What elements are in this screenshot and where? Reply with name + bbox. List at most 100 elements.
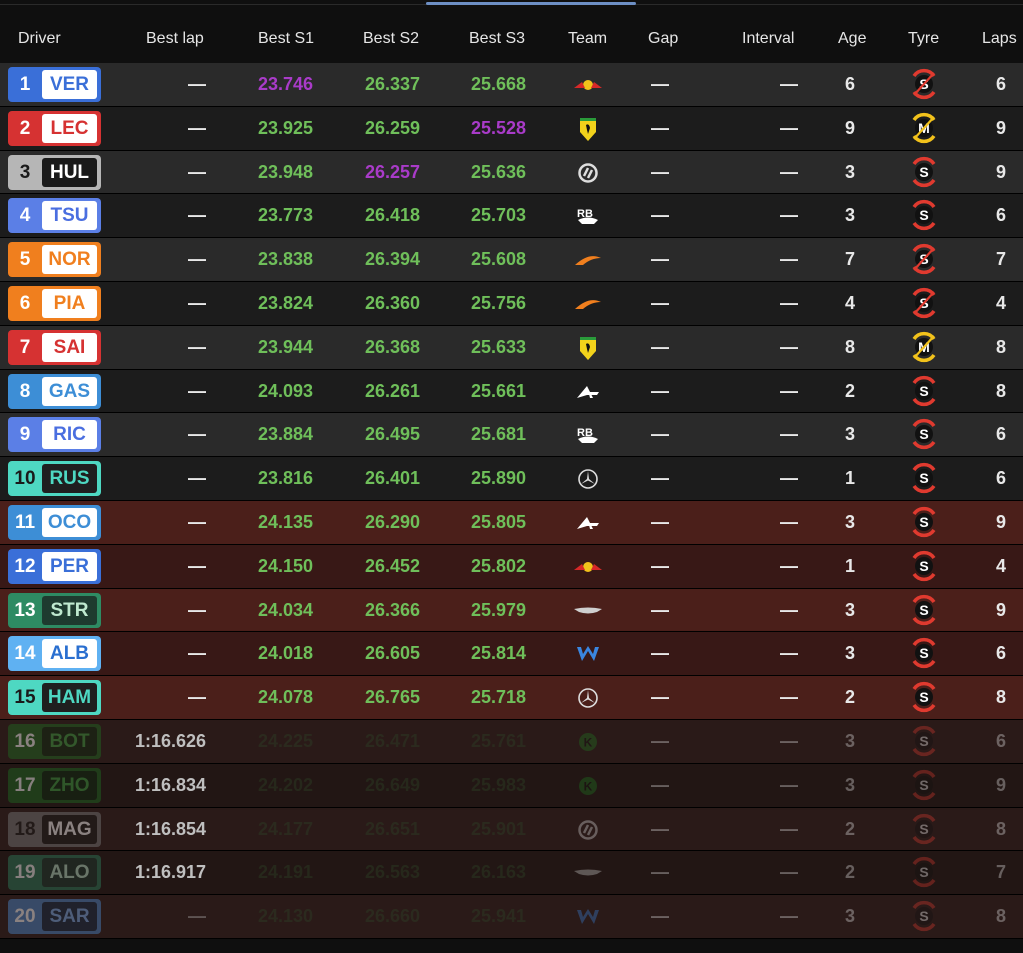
table-row[interactable]: 8 GAS — 24.093 26.261 25.661 — — 2 S 8	[0, 369, 1023, 414]
position-number: 3	[19, 161, 31, 183]
col-gap[interactable]: Gap	[648, 30, 678, 48]
col-interval[interactable]: Interval	[742, 30, 794, 48]
best-s2-time: 26.418	[364, 205, 420, 226]
soft-tyre-icon: S	[908, 900, 940, 932]
driver-badge[interactable]: 5 NOR	[8, 242, 101, 278]
laps-count: 6	[995, 643, 1006, 664]
interval-value: —	[780, 511, 798, 532]
col-best-s1[interactable]: Best S1	[258, 30, 314, 48]
best-s2-time: 26.471	[364, 730, 420, 751]
driver-badge[interactable]: 11 OCO	[8, 504, 101, 540]
best-s1-time: 24.093	[257, 380, 313, 401]
col-laps[interactable]: Laps	[982, 30, 1017, 48]
table-row[interactable]: 13 STR — 24.034 26.366 25.979 — — 3 S 9	[0, 588, 1023, 633]
tyre-age: 3	[844, 161, 855, 182]
driver-code: ALB	[42, 639, 97, 669]
gap-value: —	[651, 468, 669, 489]
driver-badge[interactable]: 17 ZHO	[8, 767, 101, 803]
best-lap-time: —	[188, 424, 206, 445]
table-row[interactable]: 11 OCO — 24.135 26.290 25.805 — — 3 S 9	[0, 500, 1023, 545]
laps-count: 9	[995, 117, 1006, 138]
col-best-lap[interactable]: Best lap	[146, 30, 204, 48]
best-s2-time: 26.765	[364, 687, 420, 708]
driver-badge[interactable]: 13 STR	[8, 592, 101, 628]
interval-value: —	[780, 730, 798, 751]
table-row[interactable]: 5 NOR — 23.838 26.394 25.608 — — 7 S 7	[0, 238, 1023, 282]
driver-badge[interactable]: 7 SAI	[8, 329, 101, 365]
table-row[interactable]: 10 RUS — 23.816 26.401 25.890 — — 1 S 6	[0, 457, 1023, 501]
table-row[interactable]: 7 SAI — 23.944 26.368 25.633 — — 8 M 8	[0, 325, 1023, 370]
position-number: 15	[14, 687, 36, 709]
tab-indicator	[426, 2, 636, 5]
driver-badge[interactable]: 10 RUS	[8, 461, 101, 497]
soft-tyre-icon: S	[908, 681, 940, 713]
position-number: 20	[14, 906, 36, 928]
table-row[interactable]: 16 BOT 1:16.626 24.225 26.471 25.761 K — — 3 S 6	[0, 719, 1023, 764]
driver-badge[interactable]: 19 ALO	[8, 855, 101, 891]
table-row[interactable]: 18 MAG 1:16.854 24.177 26.651 25.901 — — 2 S 8	[0, 807, 1023, 852]
soft-tyre-icon: S	[908, 813, 940, 845]
tyre-age: 9	[844, 117, 855, 138]
haas-logo-icon	[571, 818, 605, 842]
best-s2-time: 26.660	[364, 906, 420, 927]
table-row[interactable]: 12 PER — 24.150 26.452 25.802 — — 1 S 4	[0, 544, 1023, 589]
interval-value: —	[780, 862, 798, 883]
laps-count: 7	[995, 862, 1006, 883]
interval-value: —	[780, 555, 798, 576]
laps-count: 6	[995, 468, 1006, 489]
table-row[interactable]: 6 PIA — 23.824 26.360 25.756 — — 4 S 4	[0, 281, 1023, 326]
table-row[interactable]: 17 ZHO 1:16.834 24.202 26.649 25.983 K — — 3 S 9	[0, 763, 1023, 808]
driver-badge[interactable]: 2 LEC	[8, 110, 101, 146]
col-tyre[interactable]: Tyre	[908, 30, 939, 48]
driver-badge[interactable]: 18 MAG	[8, 811, 101, 847]
best-lap-time: —	[188, 336, 206, 357]
driver-badge[interactable]: 8 GAS	[8, 373, 101, 409]
best-s2-time: 26.337	[364, 74, 420, 94]
driver-badge[interactable]: 4 TSU	[8, 198, 101, 234]
driver-badge[interactable]: 9 RIC	[8, 417, 101, 453]
laps-count: 8	[995, 380, 1006, 401]
svg-text:S: S	[919, 383, 928, 399]
driver-badge[interactable]: 1 VER	[8, 67, 101, 102]
table-row[interactable]: 3 HUL — 23.948 26.257 25.636 — — 3 S 9	[0, 150, 1023, 195]
best-s1-time: 23.925	[257, 117, 313, 138]
table-row[interactable]: 4 TSU — 23.773 26.418 25.703 RB — — 3 S 6	[0, 194, 1023, 239]
aston-martin-logo-icon	[571, 861, 605, 885]
col-best-s3[interactable]: Best S3	[469, 30, 525, 48]
svg-text:S: S	[919, 821, 928, 837]
best-s3-time: 25.668	[470, 74, 526, 94]
driver-badge[interactable]: 14 ALB	[8, 636, 101, 672]
best-s1-time: 24.150	[257, 555, 313, 576]
table-row[interactable]: 19 ALO 1:16.917 24.191 26.563 26.163 — — 2 S 7	[0, 851, 1023, 896]
table-row[interactable]: 2 LEC — 23.925 26.259 25.528 — — 9 M 9	[0, 106, 1023, 151]
col-driver[interactable]: Driver	[18, 30, 61, 48]
gap-value: —	[651, 599, 669, 620]
driver-badge[interactable]: 15 HAM	[8, 680, 101, 716]
best-s3-time: 25.814	[470, 643, 526, 664]
table-row[interactable]: 15 HAM — 24.078 26.765 25.718 — — 2 S 8	[0, 676, 1023, 720]
svg-text:S: S	[919, 733, 928, 749]
table-row[interactable]: 9 RIC — 23.884 26.495 25.681 RB — — 3 S 6	[0, 413, 1023, 458]
gap-value: —	[651, 249, 669, 270]
best-lap-time: —	[188, 161, 206, 182]
col-best-s2[interactable]: Best S2	[363, 30, 419, 48]
driver-badge[interactable]: 12 PER	[8, 548, 101, 584]
col-age[interactable]: Age	[838, 30, 866, 48]
gap-value: —	[651, 117, 669, 138]
gap-value: —	[651, 424, 669, 445]
interval-value: —	[780, 424, 798, 445]
position-number: 5	[19, 249, 31, 271]
table-row[interactable]: 1 VER — 23.746 26.337 25.668 — — 6 S 6	[0, 63, 1023, 107]
best-s1-time: 23.773	[257, 205, 313, 226]
table-row[interactable]: 14 ALB — 24.018 26.605 25.814 — — 3 S 6	[0, 632, 1023, 677]
driver-badge[interactable]: 16 BOT	[8, 723, 101, 759]
driver-badge[interactable]: 20 SAR	[8, 899, 101, 935]
col-team[interactable]: Team	[568, 30, 607, 48]
driver-badge[interactable]: 6 PIA	[8, 285, 101, 321]
best-lap-time: —	[188, 205, 206, 226]
laps-count: 4	[995, 555, 1006, 576]
laps-count: 9	[995, 161, 1006, 182]
table-row[interactable]: 20 SAR — 24.130 26.660 25.941 — — 3 S 8	[0, 895, 1023, 939]
position-number: 7	[19, 336, 31, 358]
driver-badge[interactable]: 3 HUL	[8, 154, 101, 190]
